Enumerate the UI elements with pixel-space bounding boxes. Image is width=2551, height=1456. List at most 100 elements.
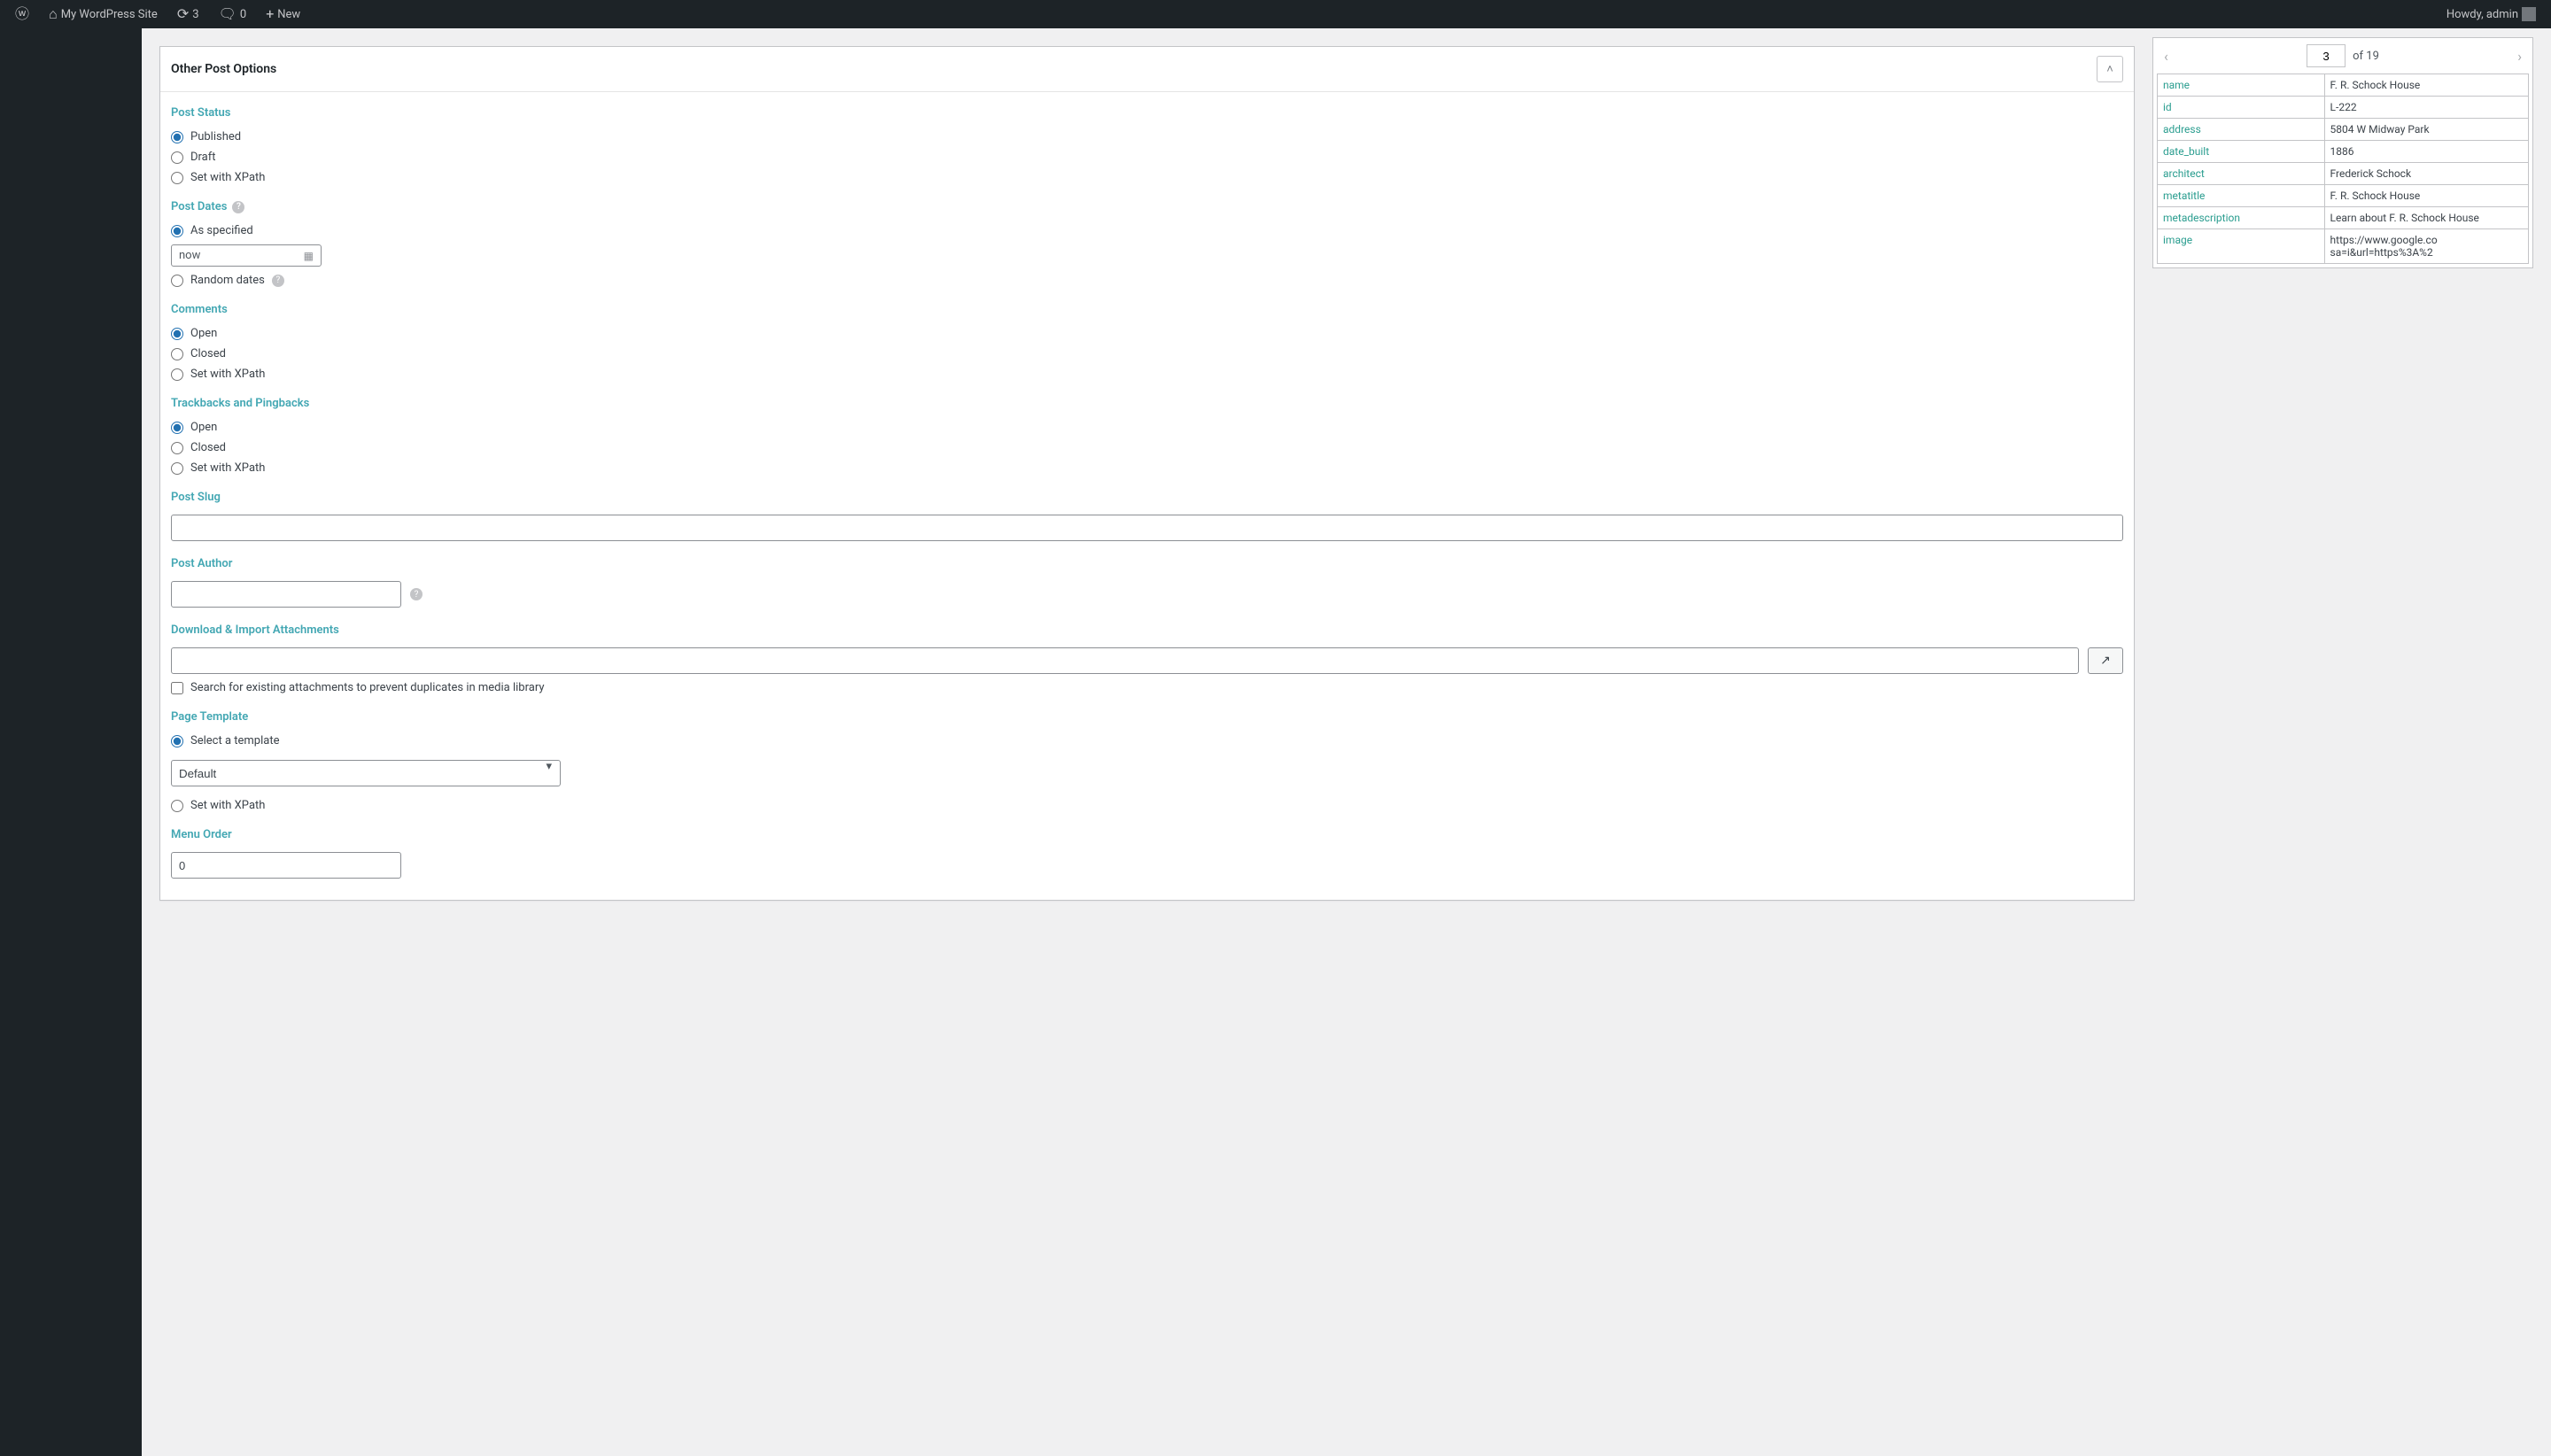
panel-toggle-button[interactable]: ˄ [2097, 56, 2123, 82]
page-template-heading: Page Template [171, 710, 2123, 724]
table-row: nameF. R. Schock House [2158, 74, 2529, 97]
pager-current-input[interactable] [2307, 44, 2346, 67]
record-preview-panel: ‹ of 19 › nameF. R. Schock HouseidL-222a… [2152, 37, 2533, 268]
trackbacks-closed-radio[interactable] [171, 442, 183, 454]
table-row: imagehttps://www.google.co sa=i&url=http… [2158, 229, 2529, 264]
comments-count: 0 [240, 8, 246, 21]
field-value: 1886 [2324, 141, 2528, 163]
home-icon: ⌂ [49, 7, 58, 21]
updates-count: 3 [192, 8, 198, 21]
wp-logo[interactable]: ⓦ [9, 7, 35, 21]
field-key: architect [2158, 163, 2325, 185]
template-xpath-label: Set with XPath [190, 799, 265, 812]
record-data-table: nameF. R. Schock HouseidL-222address5804… [2157, 74, 2529, 264]
trackbacks-xpath-radio[interactable] [171, 462, 183, 475]
trackbacks-xpath-label: Set with XPath [190, 461, 265, 475]
search-existing-label: Search for existing attachments to preve… [190, 681, 545, 694]
field-value: Frederick Schock [2324, 163, 2528, 185]
field-key: image [2158, 229, 2325, 264]
updates-link[interactable]: ⟳3 [171, 7, 205, 21]
post-status-xpath-label: Set with XPath [190, 171, 265, 184]
template-select-radio[interactable] [171, 735, 183, 747]
chevron-up-icon: ˄ [2106, 62, 2113, 76]
field-value: https://www.google.co sa=i&url=https%3A%… [2324, 229, 2528, 264]
comments-link[interactable]: 🗨0 [213, 7, 253, 21]
attachments-input[interactable] [171, 647, 2079, 674]
other-post-options-panel: Other Post Options ˄ Post Status Publish… [159, 46, 2135, 901]
post-slug-input[interactable] [171, 515, 2123, 541]
comments-closed-radio[interactable] [171, 348, 183, 360]
field-value: Learn about F. R. Schock House [2324, 207, 2528, 229]
field-key: metatitle [2158, 185, 2325, 207]
panel-title: Other Post Options [171, 62, 276, 76]
new-label: New [277, 8, 300, 21]
post-author-heading: Post Author [171, 557, 2123, 570]
howdy-label: Howdy, admin [2446, 8, 2518, 21]
attachments-expand-button[interactable]: ↗ [2088, 647, 2123, 674]
site-link[interactable]: ⌂My WordPress Site [43, 7, 164, 21]
comments-open-radio[interactable] [171, 328, 183, 340]
expand-icon: ↗ [2100, 654, 2111, 668]
trackbacks-closed-label: Closed [190, 441, 226, 454]
panel-header[interactable]: Other Post Options ˄ [160, 47, 2134, 92]
field-key: id [2158, 97, 2325, 119]
plus-icon: + [266, 7, 274, 21]
post-author-input[interactable] [171, 581, 401, 608]
field-value: F. R. Schock House [2324, 185, 2528, 207]
calendar-icon: ▦ [304, 250, 314, 262]
table-row: date_built1886 [2158, 141, 2529, 163]
trackbacks-heading: Trackbacks and Pingbacks [171, 397, 2123, 410]
post-dates-specified-label: As specified [190, 224, 253, 237]
post-dates-random-radio[interactable] [171, 275, 183, 287]
trackbacks-open-label: Open [190, 421, 217, 434]
comments-open-label: Open [190, 327, 217, 340]
post-status-xpath-radio[interactable] [171, 172, 183, 184]
field-value: 5804 W Midway Park [2324, 119, 2528, 141]
updates-icon: ⟳ [177, 7, 189, 21]
comments-xpath-radio[interactable] [171, 368, 183, 381]
pager-prev-button[interactable]: ‹ [2159, 44, 2174, 68]
post-status-draft-radio[interactable] [171, 151, 183, 164]
field-key: date_built [2158, 141, 2325, 163]
table-row: idL-222 [2158, 97, 2529, 119]
field-value: L-222 [2324, 97, 2528, 119]
field-key: name [2158, 74, 2325, 97]
search-existing-checkbox[interactable] [171, 682, 183, 694]
avatar [2522, 7, 2536, 21]
field-key: metadescription [2158, 207, 2325, 229]
template-select[interactable]: Default [171, 760, 561, 786]
field-key: address [2158, 119, 2325, 141]
post-dates-heading: Post Dates? [171, 200, 2123, 213]
account-link[interactable]: Howdy, admin [2440, 7, 2542, 21]
post-status-draft-label: Draft [190, 151, 216, 164]
post-status-heading: Post Status [171, 106, 2123, 120]
comments-heading: Comments [171, 303, 2123, 316]
admin-bar: ⓦ ⌂My WordPress Site ⟳3 🗨0 +New Howdy, a… [0, 0, 2551, 28]
post-dates-random-label: Random dates [190, 274, 265, 287]
pager-next-button[interactable]: › [2512, 44, 2527, 68]
template-xpath-radio[interactable] [171, 800, 183, 812]
help-icon[interactable]: ? [410, 588, 423, 600]
comment-icon: 🗨 [219, 7, 236, 21]
help-icon[interactable]: ? [272, 275, 284, 287]
field-value: F. R. Schock House [2324, 74, 2528, 97]
record-pager: ‹ of 19 › [2153, 38, 2532, 74]
post-date-value: now [179, 249, 200, 262]
post-dates-specified-radio[interactable] [171, 225, 183, 237]
table-row: metadescriptionLearn about F. R. Schock … [2158, 207, 2529, 229]
template-select-label: Select a template [190, 734, 279, 747]
table-row: metatitleF. R. Schock House [2158, 185, 2529, 207]
trackbacks-open-radio[interactable] [171, 422, 183, 434]
post-date-input[interactable]: now ▦ [171, 244, 322, 267]
admin-sidebar [0, 28, 142, 1456]
menu-order-input[interactable] [171, 852, 401, 879]
comments-xpath-label: Set with XPath [190, 368, 265, 381]
new-link[interactable]: +New [260, 7, 306, 21]
wordpress-icon: ⓦ [15, 7, 29, 21]
attachments-heading: Download & Import Attachments [171, 623, 2123, 637]
site-name-label: My WordPress Site [61, 8, 158, 21]
post-slug-heading: Post Slug [171, 491, 2123, 504]
help-icon[interactable]: ? [232, 201, 244, 213]
table-row: architectFrederick Schock [2158, 163, 2529, 185]
post-status-published-radio[interactable] [171, 131, 183, 143]
